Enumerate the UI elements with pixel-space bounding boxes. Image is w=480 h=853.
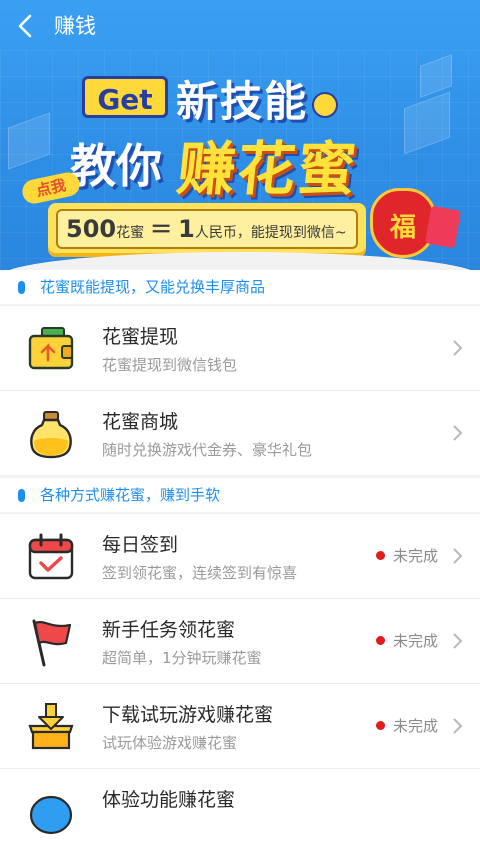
status-badge: 未完成: [376, 632, 438, 650]
chevron-right-icon: [453, 425, 463, 441]
experience-icon: [29, 795, 73, 835]
status-dot: [376, 721, 385, 730]
wallet-icon: [28, 327, 74, 370]
section-marker: [18, 489, 25, 502]
item-title: 花蜜提现: [102, 326, 179, 348]
section-header-redeem: 花蜜既能提现，又能兑换丰厚商品: [0, 270, 480, 304]
item-subtitle: 试玩体验游戏赚花蜜: [102, 734, 238, 752]
item-title: 花蜜商城: [102, 411, 179, 433]
page-title: 赚钱: [54, 14, 96, 38]
item-title: 每日签到: [102, 534, 179, 556]
rate-description: 人民币，能提现到微信~: [194, 225, 347, 241]
banner-headline-line2a: 教你: [70, 139, 162, 193]
hero-banner[interactable]: 赚钱 Get 新技能 教你 赚花蜜 点我 500花蜜＝ 1人民币，能提现到微信~ …: [0, 0, 480, 270]
item-subtitle: 随时兑换游戏代金券、豪华礼包: [102, 441, 313, 459]
status-dot: [376, 636, 385, 645]
get-badge: Get: [82, 76, 168, 118]
list-item-mall[interactable]: 花蜜商城 随时兑换游戏代金券、豪华礼包: [0, 391, 480, 475]
list-item-download-game[interactable]: 下载试玩游戏赚花蜜 试玩体验游戏赚花蜜 未完成: [0, 684, 480, 768]
top-bar: 赚钱: [0, 0, 480, 52]
item-title: 下载试玩游戏赚花蜜: [102, 704, 274, 726]
rate-value: 1: [178, 215, 195, 243]
chevron-right-icon: [453, 340, 463, 356]
lucky-bag-icon: 福: [370, 188, 436, 258]
section-header-earn: 各种方式赚花蜜，赚到手软: [0, 478, 480, 512]
status-badge: 未完成: [376, 547, 438, 565]
item-subtitle: 签到领花蜜，连续签到有惊喜: [102, 564, 298, 582]
rate-amount: 500: [66, 215, 117, 243]
back-button[interactable]: [12, 12, 40, 40]
status-dot: [376, 551, 385, 560]
status-badge: 未完成: [376, 717, 438, 735]
list-item-withdraw[interactable]: 花蜜提现 花蜜提现到微信钱包: [0, 306, 480, 390]
exchange-rate-card: 500花蜜 ＝ 1人民币，能提现到微信~: [48, 203, 366, 257]
honey-jar-icon: [30, 411, 72, 459]
flag-icon: [32, 619, 72, 667]
item-title: 体验功能赚花蜜: [102, 789, 236, 811]
list-item-newbie-task[interactable]: 新手任务领花蜜 超简单，1分钟玩赚花蜜 未完成: [0, 599, 480, 683]
list-item-daily-signin[interactable]: 每日签到 签到领花蜜，连续签到有惊喜 未完成: [0, 514, 480, 598]
banner-headline-line2b: 赚花蜜: [173, 135, 362, 203]
chevron-left-icon: [18, 14, 32, 38]
coin-icon: [312, 92, 338, 118]
item-subtitle: 超简单，1分钟玩赚花蜜: [102, 649, 262, 667]
banner-headline-line1: 新技能: [176, 77, 309, 126]
item-subtitle: 花蜜提现到微信钱包: [102, 356, 238, 374]
section-marker: [18, 281, 25, 294]
rate-equals: ＝: [150, 218, 173, 243]
chevron-right-icon: [453, 548, 463, 564]
status-text: 未完成: [393, 632, 439, 650]
lucky-bag-char: 福: [389, 213, 416, 243]
list-item-experience[interactable]: 体验功能赚花蜜: [0, 769, 480, 853]
rate-unit: 花蜜: [116, 225, 145, 241]
section-title: 花蜜既能提现，又能兑换丰厚商品: [40, 278, 266, 296]
status-text: 未完成: [393, 717, 439, 735]
chevron-right-icon: [453, 718, 463, 734]
status-text: 未完成: [393, 547, 439, 565]
download-box-icon: [28, 703, 74, 750]
item-title: 新手任务领花蜜: [102, 619, 236, 641]
chevron-right-icon: [453, 633, 463, 649]
exchange-rate-text: 500花蜜 ＝ 1人民币，能提现到微信~: [56, 209, 358, 249]
section-title: 各种方式赚花蜜，赚到手软: [40, 486, 221, 504]
calendar-check-icon: [28, 533, 74, 580]
